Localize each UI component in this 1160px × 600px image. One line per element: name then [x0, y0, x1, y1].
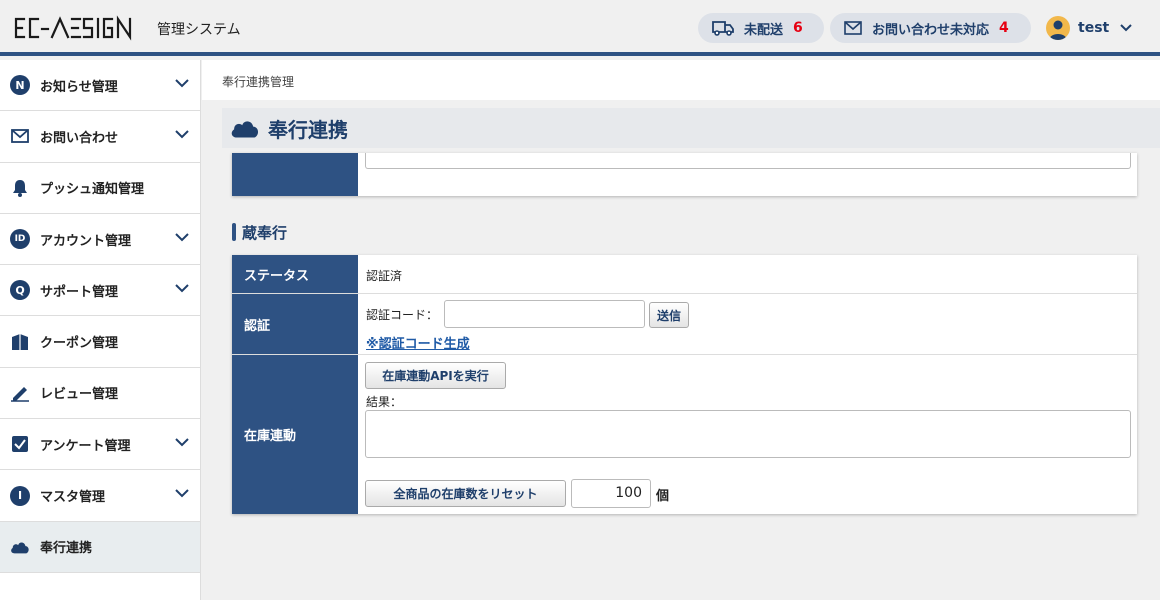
sidebar-item-label: お知らせ管理: [40, 79, 118, 95]
cloud-icon: [231, 121, 259, 138]
generate-auth-code-link[interactable]: ※認証コード生成: [366, 333, 470, 352]
reset-stock-button[interactable]: 全商品の在庫数をリセット: [365, 480, 566, 507]
chevron-down-icon: [175, 79, 189, 88]
undelivered-count: 6: [793, 20, 803, 36]
unit-label: 個: [656, 489, 670, 504]
avatar: [1046, 16, 1070, 40]
stock-label: 在庫連動: [232, 355, 358, 514]
breadcrumb-bar: 奉行連携管理: [202, 60, 1160, 100]
id-icon: ID: [10, 229, 30, 250]
sidebar-item-label: サポート管理: [40, 284, 119, 300]
sidebar-item-label: お問い合わせ: [40, 130, 119, 146]
sidebar-item-support[interactable]: Q サポート管理: [0, 265, 200, 317]
reset-quantity-input[interactable]: 100: [571, 479, 651, 508]
section-title: 蔵奉行: [232, 222, 287, 242]
chevron-down-icon: [175, 284, 189, 293]
inquiry-label: お問い合わせ未対応: [872, 22, 990, 38]
sidebar-item-bugyo[interactable]: 奉行連携: [0, 521, 200, 573]
mail-icon: [11, 129, 29, 144]
question-icon: Q: [10, 280, 30, 301]
page-title: 奉行連携: [222, 108, 1160, 148]
checkbox-icon: [12, 436, 28, 453]
cloud-icon: [11, 542, 29, 554]
sidebar-item-push[interactable]: プッシュ通知管理: [0, 163, 200, 214]
unanswered-inquiry-badge-button[interactable]: お問い合わせ未対応 4: [830, 13, 1031, 43]
sidebar: N お知らせ管理 お問い合わせ プッシュ通知管理 ID アカウント管理 Q サポ…: [0, 60, 201, 600]
kura-bugyo-form: ステータス 認証済 認証 認証コード： 送信 ※認証コード生成 在庫連動 在庫連…: [232, 255, 1137, 514]
undelivered-badge-button[interactable]: 未配送 6: [698, 13, 824, 43]
auth-label: 認証: [232, 294, 358, 354]
stock-sync-row: 在庫連動 在庫連動APIを実行 結果： 全商品の在庫数をリセット 100 個: [232, 355, 1137, 514]
auth-code-label: 認証コード：: [366, 308, 439, 322]
undelivered-label: 未配送: [744, 22, 784, 38]
sidebar-item-news[interactable]: N お知らせ管理: [0, 60, 200, 112]
system-title: 管理システム: [157, 22, 241, 38]
chevron-down-icon: [175, 130, 189, 139]
user-menu[interactable]: test: [1046, 16, 1133, 40]
news-icon: N: [10, 75, 30, 96]
chevron-down-icon: [175, 489, 189, 498]
sidebar-item-label: プッシュ通知管理: [40, 182, 145, 198]
sidebar-item-label: 奉行連携: [40, 541, 93, 557]
result-label: 結果：: [366, 395, 403, 409]
mail-icon: [844, 21, 862, 35]
send-button[interactable]: 送信: [649, 302, 689, 328]
sidebar-item-label: クーポン管理: [40, 336, 119, 352]
sidebar-item-label: アカウント管理: [40, 233, 132, 249]
chevron-down-icon: [175, 233, 189, 242]
sidebar-item-label: アンケート管理: [40, 438, 131, 454]
run-stock-api-button[interactable]: 在庫連動APIを実行: [365, 362, 506, 389]
chevron-down-icon: [1120, 24, 1132, 32]
user-icon: [1049, 20, 1067, 40]
sidebar-item-account[interactable]: ID アカウント管理: [0, 214, 200, 266]
sidebar-item-label: レビュー管理: [40, 387, 119, 403]
status-row: ステータス 認証済: [232, 255, 1137, 294]
sidebar-item-survey[interactable]: アンケート管理: [0, 419, 200, 471]
sidebar-item-master[interactable]: I マスタ管理: [0, 470, 200, 522]
status-value: 認証済: [366, 269, 403, 283]
row-label: [232, 153, 358, 196]
sidebar-item-review[interactable]: レビュー管理: [0, 368, 200, 420]
inquiry-count: 4: [999, 20, 1009, 36]
chevron-down-icon: [175, 438, 189, 447]
page-title-text: 奉行連携: [268, 117, 348, 142]
status-label: ステータス: [232, 255, 358, 293]
bell-icon: [13, 179, 27, 197]
section-title-text: 蔵奉行: [242, 223, 288, 242]
auth-row: 認証 認証コード： 送信 ※認証コード生成: [232, 294, 1137, 355]
sidebar-item-inquiry[interactable]: お問い合わせ: [0, 111, 200, 163]
user-name: test: [1078, 20, 1110, 36]
logo-mark: [14, 15, 132, 41]
coupon-icon: [12, 333, 28, 350]
sidebar-item-label: マスタ管理: [40, 490, 106, 506]
info-icon: I: [10, 485, 30, 506]
breadcrumb: 奉行連携管理: [222, 75, 295, 89]
result-textarea[interactable]: [365, 410, 1131, 458]
header: 管理システム 未配送 6 お問い合わせ未対応 4 test: [0, 0, 1160, 56]
section-marker: [232, 223, 236, 241]
previous-section-card: [232, 153, 1137, 196]
auth-code-input[interactable]: [444, 300, 645, 328]
sidebar-item-coupon[interactable]: クーポン管理: [0, 316, 200, 368]
pencil-icon: [11, 386, 29, 402]
text-field[interactable]: [365, 153, 1131, 169]
truck-icon: [712, 21, 734, 36]
logo[interactable]: [14, 13, 148, 47]
